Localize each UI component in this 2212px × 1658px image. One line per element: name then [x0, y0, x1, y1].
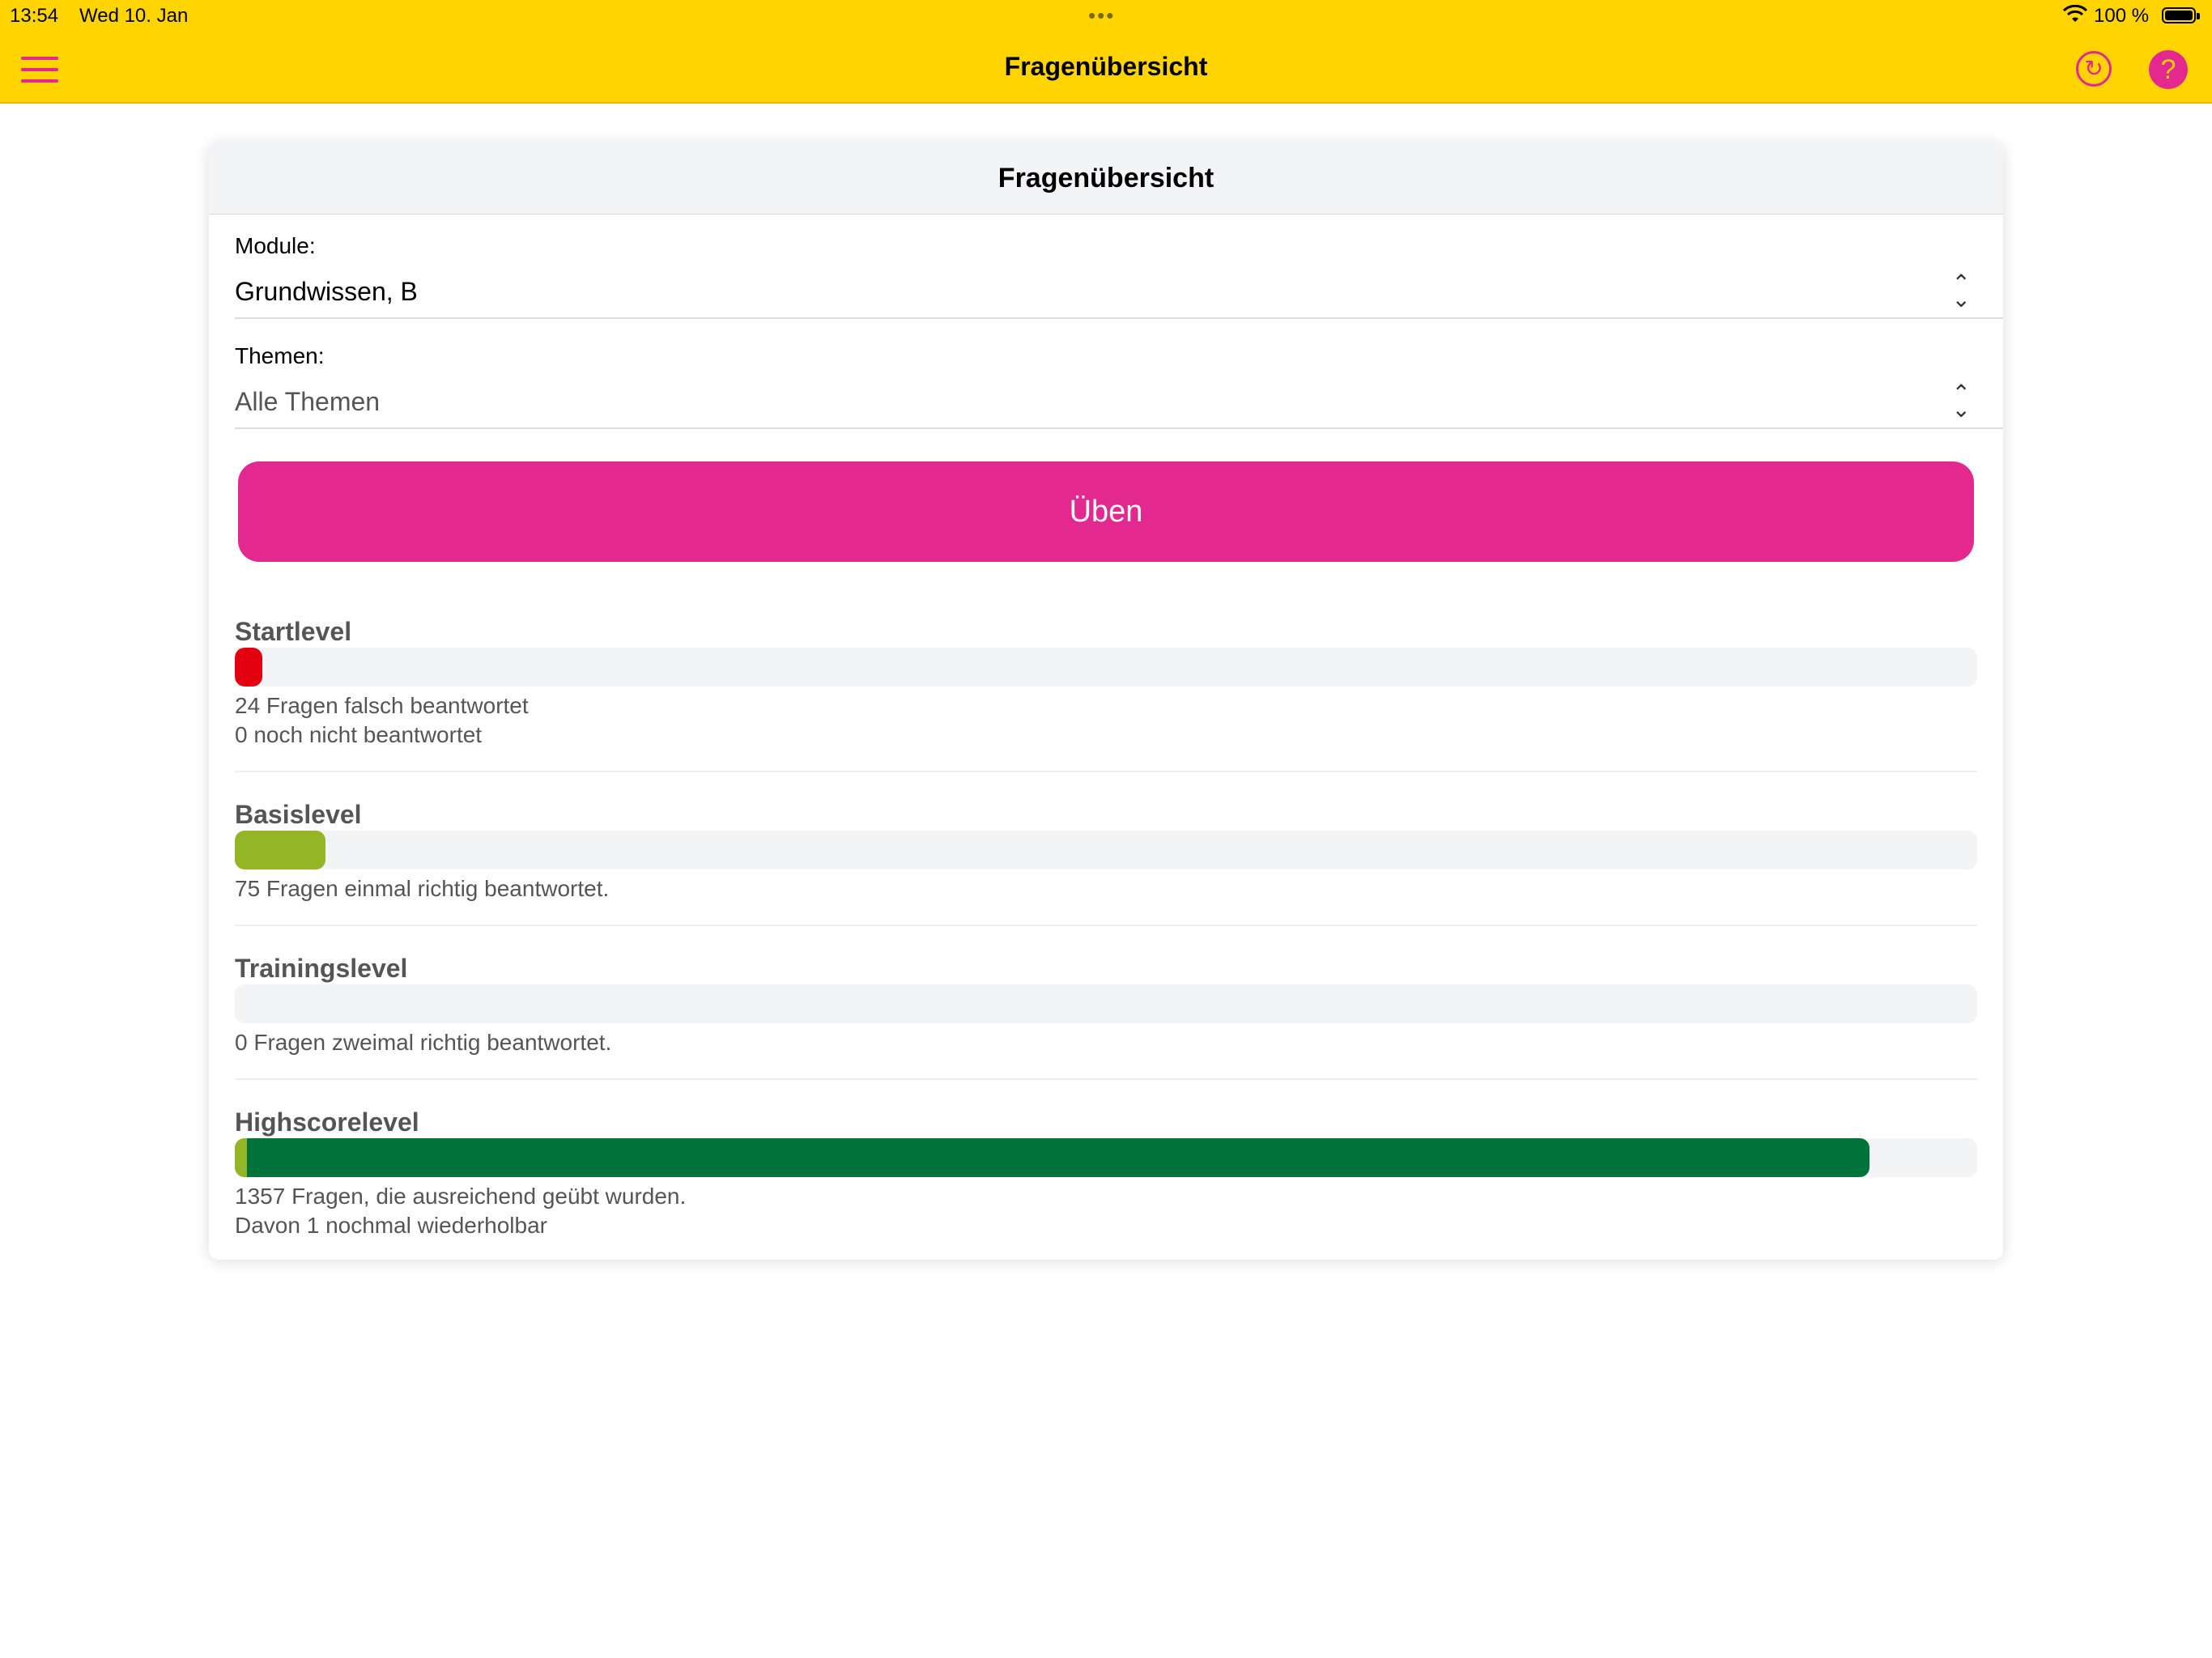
themen-value: Alle Themen — [235, 387, 381, 416]
practice-button[interactable]: Üben — [238, 461, 1974, 562]
nav-title: Fragenübersicht — [1004, 52, 1208, 81]
level-description: Davon 1 nochmal wiederholbar — [235, 1213, 547, 1238]
progress-fill — [235, 648, 263, 687]
progress-track — [235, 648, 1977, 687]
refresh-icon[interactable]: ↻ — [2076, 51, 2112, 87]
level-description: 75 Fragen einmal richtig beantwortet. — [235, 876, 610, 901]
overview-card: Fragenübersicht Module: Grundwissen, B ⌃… — [209, 142, 2003, 1260]
level-description: 0 noch nicht beantwortet — [235, 722, 483, 747]
navigation-bar: Fragenübersicht ↻ ? — [0, 32, 2212, 104]
progress-track — [235, 984, 1977, 1023]
progress-track — [235, 831, 1977, 869]
battery-icon — [2162, 7, 2200, 23]
level-name: Startlevel — [235, 617, 352, 646]
multitasking-dots-icon[interactable]: ••• — [1088, 3, 1115, 28]
divider — [235, 1078, 1977, 1080]
chevron-updown-icon: ⌃ ⌄ — [1951, 270, 1971, 312]
status-time: 13:54 — [10, 5, 59, 27]
level-name: Basislevel — [235, 800, 362, 829]
level-name: Trainingslevel — [235, 954, 408, 983]
chevron-updown-icon: ⌃ ⌄ — [1951, 380, 1971, 422]
module-select[interactable]: Grundwissen, B ⌃ ⌄ — [235, 269, 2003, 319]
themen-select[interactable]: Alle Themen ⌃ ⌄ — [235, 379, 2003, 429]
progress-track — [235, 1138, 1977, 1177]
status-bar: 13:54 Wed 10. Jan ••• 100 % — [0, 0, 2212, 32]
battery-percent: 100 % — [2094, 5, 2150, 27]
status-date: Wed 10. Jan — [79, 5, 189, 27]
progress-fill — [235, 1138, 1870, 1177]
help-icon[interactable]: ? — [2149, 50, 2188, 89]
wifi-icon — [2063, 5, 2087, 22]
progress-fill — [235, 831, 325, 869]
card-title: Fragenübersicht — [209, 142, 2003, 215]
progress-fill-repeat — [235, 1138, 248, 1177]
themen-label: Themen: — [235, 343, 325, 368]
level-name: Highscorelevel — [235, 1107, 419, 1137]
divider — [235, 925, 1977, 926]
divider — [235, 771, 1977, 772]
level-description: 0 Fragen zweimal richtig beantwortet. — [235, 1030, 612, 1055]
level-description: 1357 Fragen, die ausreichend geübt wurde… — [235, 1184, 687, 1209]
module-label: Module: — [235, 233, 316, 258]
level-description: 24 Fragen falsch beantwortet — [235, 693, 529, 718]
module-value: Grundwissen, B — [235, 277, 418, 306]
